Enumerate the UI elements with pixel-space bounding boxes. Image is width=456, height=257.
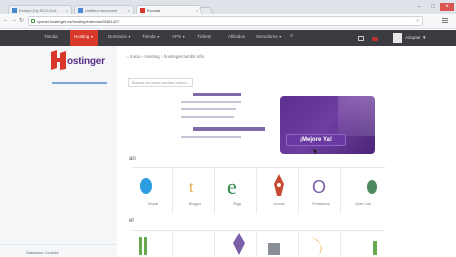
app-icon [175, 231, 215, 257]
nav-item-hosting[interactable]: Hosting▼ [70, 30, 98, 46]
app-card-pligg[interactable]: e Pligg [217, 168, 257, 214]
app-grid: Drupal t Blogger e Pligg Joomla O Presta… [133, 167, 385, 214]
tab-title: Untitled document [85, 8, 118, 13]
tab-close-icon[interactable]: × [128, 8, 130, 13]
breadcrumb: ⌂ Inicio › Hosting › hostinger.tumblr.in… [126, 54, 205, 59]
app-card-drupal[interactable]: Drupal [133, 168, 173, 214]
tab-favicon-icon [12, 8, 17, 13]
upgrade-banner: ¡Mejore Ya! [280, 96, 375, 154]
browser-menu-icon[interactable] [442, 18, 448, 23]
caret-down-icon: ▼ [90, 35, 94, 39]
nav-item-tienda-2[interactable]: Tienda▼ [142, 34, 160, 39]
blogger-icon: t [189, 179, 194, 196]
promo-text-line [193, 127, 265, 131]
svg-text:O: O [312, 177, 326, 197]
bookmark-star-icon[interactable]: ☆ [415, 17, 420, 24]
nav-item-vps[interactable]: VPS▼ [172, 34, 185, 39]
url-text: cpanel.hostinger.es/hosting/index/aid/34… [37, 19, 120, 24]
tab-close-icon[interactable]: × [66, 8, 68, 13]
mail-icon[interactable] [358, 36, 364, 41]
new-tab-button[interactable] [198, 7, 214, 14]
nav-item-afiliados[interactable]: Afiliados [228, 34, 245, 39]
logo-text: ostinger [67, 56, 105, 67]
sidebar-footer-label[interactable]: Database Cookies [26, 250, 59, 255]
tab-title: Escoda [147, 8, 161, 13]
app-card-blogger[interactable]: t Blogger [175, 168, 215, 214]
tab-title: Extract (H)-SCU-Gv4 [19, 8, 57, 13]
app-card[interactable] [259, 231, 299, 257]
caret-down-icon: ▼ [182, 35, 186, 39]
breadcrumb-home[interactable]: Inicio [130, 54, 141, 59]
search-icon[interactable]: ⌕ [290, 33, 293, 40]
section-title: el [129, 218, 134, 224]
nav-item-dominios[interactable]: Dominios▼ [108, 34, 131, 39]
reload-icon[interactable]: ↻ [19, 17, 24, 24]
promo-text-line [181, 108, 236, 110]
forward-icon[interactable]: → [11, 17, 17, 23]
nav-item-tienda[interactable]: Tienda [44, 34, 58, 39]
drupal-icon [140, 178, 152, 194]
search-input[interactable]: Buscar en cada nombre nuevo... [128, 78, 193, 87]
tab-close-icon[interactable]: × [196, 8, 198, 13]
sidebar [0, 46, 117, 257]
nav-item-tickets[interactable]: Tickets [197, 34, 211, 39]
nav-item-servidores[interactable]: Servidores▼ [256, 34, 282, 39]
bar-app-icon [373, 241, 377, 255]
lock-icon [31, 19, 35, 23]
section-title: an [129, 156, 136, 162]
sidebar-divider [52, 82, 107, 84]
promo-text-line [181, 116, 234, 118]
tab-favicon-icon [78, 8, 83, 13]
maximize-button[interactable]: □ [426, 3, 440, 11]
svg-text:e: e [227, 174, 237, 199]
caret-down-icon: ▼ [156, 35, 161, 39]
app-grid [133, 230, 385, 257]
breadcrumb-domain: hostinger.tumblr.info [163, 54, 205, 59]
home-icon[interactable]: ⌂ [126, 54, 129, 59]
caret-down-icon: ▼ [127, 35, 132, 39]
app-card-joomla[interactable]: Joomla [259, 168, 299, 214]
opencart-icon [367, 180, 377, 194]
caret-down-icon: ▼ [278, 35, 282, 39]
avatar[interactable] [393, 33, 402, 43]
prestashop-icon: O [312, 177, 326, 197]
diamond-app-icon [233, 233, 245, 255]
banner-decoration [338, 96, 375, 136]
caret-down-icon: ▼ [422, 35, 427, 40]
breadcrumb-hosting[interactable]: Hosting [145, 54, 160, 59]
user-menu[interactable]: Adoptar ▼ [405, 35, 427, 40]
sidebar-footer: Database Cookies [0, 244, 117, 257]
flag-icon[interactable] [372, 37, 378, 41]
app-card[interactable] [217, 231, 257, 257]
pligg-icon: e [227, 174, 237, 199]
joomla-icon [274, 174, 284, 196]
close-window-button[interactable]: × [440, 3, 454, 11]
bars-app-icon [139, 237, 147, 255]
app-card[interactable] [175, 231, 215, 257]
svg-text:t: t [189, 179, 194, 196]
promo-text-line [181, 136, 241, 138]
moon-app-icon [311, 237, 322, 255]
minimize-button[interactable]: – [412, 3, 426, 11]
app-card[interactable] [301, 231, 341, 257]
promo-text-line [193, 93, 241, 96]
screen: Extract (H)-SCU-Gv4 × Untitled document … [0, 0, 456, 257]
promo-text-line [181, 101, 241, 103]
app-card[interactable] [133, 231, 173, 257]
tab-favicon-icon [140, 8, 145, 13]
app-card-opencart[interactable]: Open Cart [343, 168, 383, 214]
upgrade-button[interactable]: ¡Mejore Ya! [286, 134, 346, 146]
box-app-icon [268, 243, 280, 255]
app-card[interactable] [343, 231, 383, 257]
hostinger-logo[interactable]: ostinger [50, 50, 110, 72]
url-field[interactable]: cpanel.hostinger.es/hosting/index/aid/34… [28, 16, 423, 26]
hostinger-h-icon [51, 50, 66, 70]
app-card-prestashop[interactable]: O Prestashop [301, 168, 341, 214]
back-icon[interactable]: ← [3, 17, 9, 23]
